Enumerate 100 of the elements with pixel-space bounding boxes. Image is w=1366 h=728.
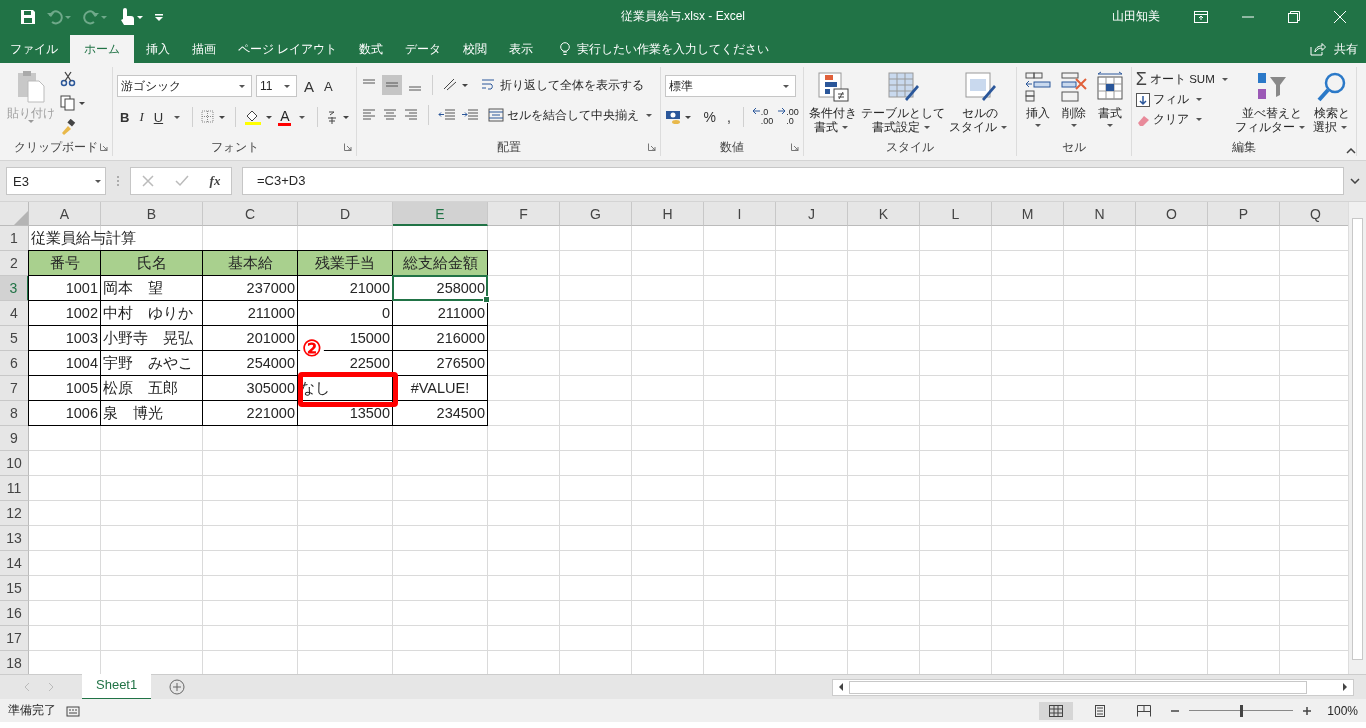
horizontal-scrollbar[interactable] [832, 678, 1354, 696]
column-header[interactable]: N [1064, 202, 1136, 226]
zoom-in-icon[interactable] [1303, 706, 1312, 715]
ribbon-button[interactable]: 書式 [1092, 67, 1127, 127]
column-header[interactable]: D [298, 202, 393, 226]
row-header[interactable]: 7 [0, 376, 29, 401]
row-header[interactable]: 1 [0, 226, 29, 251]
restore-icon[interactable] [1288, 10, 1300, 23]
column-header[interactable]: E [393, 202, 488, 226]
format-painter-icon[interactable] [60, 119, 76, 135]
normal-view-icon[interactable] [1049, 704, 1064, 717]
dialog-launcher-icon[interactable] [100, 143, 108, 151]
left-align-icon[interactable] [361, 108, 378, 122]
number-style-button[interactable]: % [700, 109, 719, 125]
italic-button[interactable]: I [136, 109, 147, 125]
customize-icon[interactable] [154, 11, 164, 22]
copy-icon[interactable] [60, 95, 86, 111]
insert-function-button[interactable]: fx [209, 173, 221, 189]
row-header[interactable]: 12 [0, 501, 29, 526]
touch-mode-icon[interactable] [118, 7, 144, 26]
scissors-icon[interactable] [60, 71, 76, 87]
zoom-level[interactable]: 100% [1327, 703, 1358, 718]
ribbon-button[interactable]: 挿入 [1020, 67, 1055, 127]
column-header[interactable]: K [848, 202, 920, 226]
number-style-button[interactable]: , [723, 109, 734, 125]
check-icon[interactable] [174, 175, 189, 187]
column-header[interactable]: B [101, 202, 203, 226]
macro-record-icon[interactable] [66, 704, 80, 717]
share-icon[interactable] [1310, 42, 1326, 56]
column-header[interactable]: P [1208, 202, 1280, 226]
ribbon-tab[interactable]: ページ レイアウト [228, 35, 348, 63]
save-icon[interactable] [20, 8, 36, 25]
page-layout-icon[interactable] [1093, 704, 1108, 717]
row-header[interactable]: 18 [0, 651, 29, 674]
column-header[interactable]: G [560, 202, 632, 226]
sheet-tab[interactable]: Sheet1 [82, 674, 152, 700]
ribbon-tab[interactable]: データ [395, 35, 452, 63]
ribbon-button[interactable]: 検索と 選択 [1311, 67, 1352, 134]
row-header[interactable]: 3 [0, 276, 29, 301]
decimal-button[interactable]: .00 .0 [786, 108, 799, 126]
increase-indent-icon[interactable] [461, 108, 480, 122]
wrap-text-button[interactable]: 折り返して全体を表示する [500, 77, 645, 93]
decrease-indent-icon[interactable] [438, 108, 457, 122]
collapse-ribbon-icon[interactable] [1346, 148, 1356, 154]
formula-field[interactable]: =C3+D3 [242, 167, 1344, 195]
ribbon-button[interactable]: セルの スタイル [947, 67, 1012, 134]
ribbon-button[interactable]: 並べ替えと フィルター [1233, 67, 1310, 134]
row-header[interactable]: 17 [0, 626, 29, 651]
column-header[interactable]: A [29, 202, 101, 226]
dialog-launcher-icon[interactable] [790, 143, 799, 151]
ribbon-tab[interactable]: ファイル [0, 35, 68, 63]
row-header[interactable]: 6 [0, 351, 29, 376]
underline-button[interactable]: U [150, 109, 167, 125]
merge-center-button[interactable]: セルを結合して中央揃え [507, 107, 640, 123]
row-header[interactable]: 13 [0, 526, 29, 551]
ribbon-button[interactable]: 条件付き 書式 [807, 67, 858, 134]
ribbon-tab[interactable]: 描画 [182, 35, 226, 63]
right-align-icon[interactable] [403, 108, 420, 122]
grow-font-button[interactable]: A [301, 77, 317, 95]
caret-icon[interactable] [299, 115, 306, 119]
fill-color-icon[interactable] [244, 109, 275, 125]
ribbon-button[interactable]: クリア [1135, 112, 1232, 127]
row-header[interactable]: 15 [0, 576, 29, 601]
column-header[interactable]: O [1136, 202, 1208, 226]
column-header[interactable]: M [992, 202, 1064, 226]
row-header[interactable]: 11 [0, 476, 29, 501]
bold-button[interactable]: B [117, 109, 133, 125]
user-name[interactable]: 山田知美 [1112, 8, 1160, 25]
center-align-icon[interactable] [382, 108, 399, 122]
font-size-field[interactable]: 11 [256, 75, 297, 97]
number-format-field[interactable]: 標準 [665, 75, 797, 97]
column-header[interactable]: F [488, 202, 560, 226]
row-header[interactable]: 2 [0, 251, 29, 276]
column-header[interactable]: L [920, 202, 992, 226]
shrink-font-button[interactable]: A [321, 78, 336, 94]
tell-me-field[interactable]: 実行したい作業を入力してください [577, 40, 770, 58]
close-icon[interactable] [1334, 10, 1346, 23]
page-break-icon[interactable] [1137, 704, 1152, 717]
ribbon-tab[interactable]: 数式 [349, 35, 394, 63]
expand-icon[interactable] [1350, 178, 1360, 184]
font-name-field[interactable]: 游ゴシック [117, 75, 252, 97]
row-header[interactable]: 5 [0, 326, 29, 351]
scroll-left-icon[interactable] [837, 683, 845, 691]
font-color-button[interactable]: A [278, 108, 292, 126]
ribbon-tab[interactable]: ホーム [70, 35, 134, 63]
decimal-button[interactable]: .0 .00 [760, 108, 774, 126]
name-box[interactable]: E3 [6, 167, 106, 195]
ribbon-tab[interactable]: 挿入 [136, 35, 180, 63]
row-header[interactable]: 4 [0, 301, 29, 326]
fill-handle[interactable] [483, 296, 490, 303]
dialog-launcher-icon[interactable] [344, 143, 353, 151]
borders-icon[interactable] [201, 110, 228, 124]
column-header[interactable]: Q [1280, 202, 1348, 226]
row-header[interactable]: 14 [0, 551, 29, 576]
column-header[interactable]: C [203, 202, 298, 226]
row-header[interactable]: 16 [0, 601, 29, 626]
column-header[interactable]: I [704, 202, 776, 226]
add-sheet-icon[interactable] [169, 679, 186, 695]
ribbon-button[interactable]: テーブルとして 書式設定 [859, 67, 946, 134]
ribbon-tab[interactable]: 校閲 [453, 35, 498, 63]
